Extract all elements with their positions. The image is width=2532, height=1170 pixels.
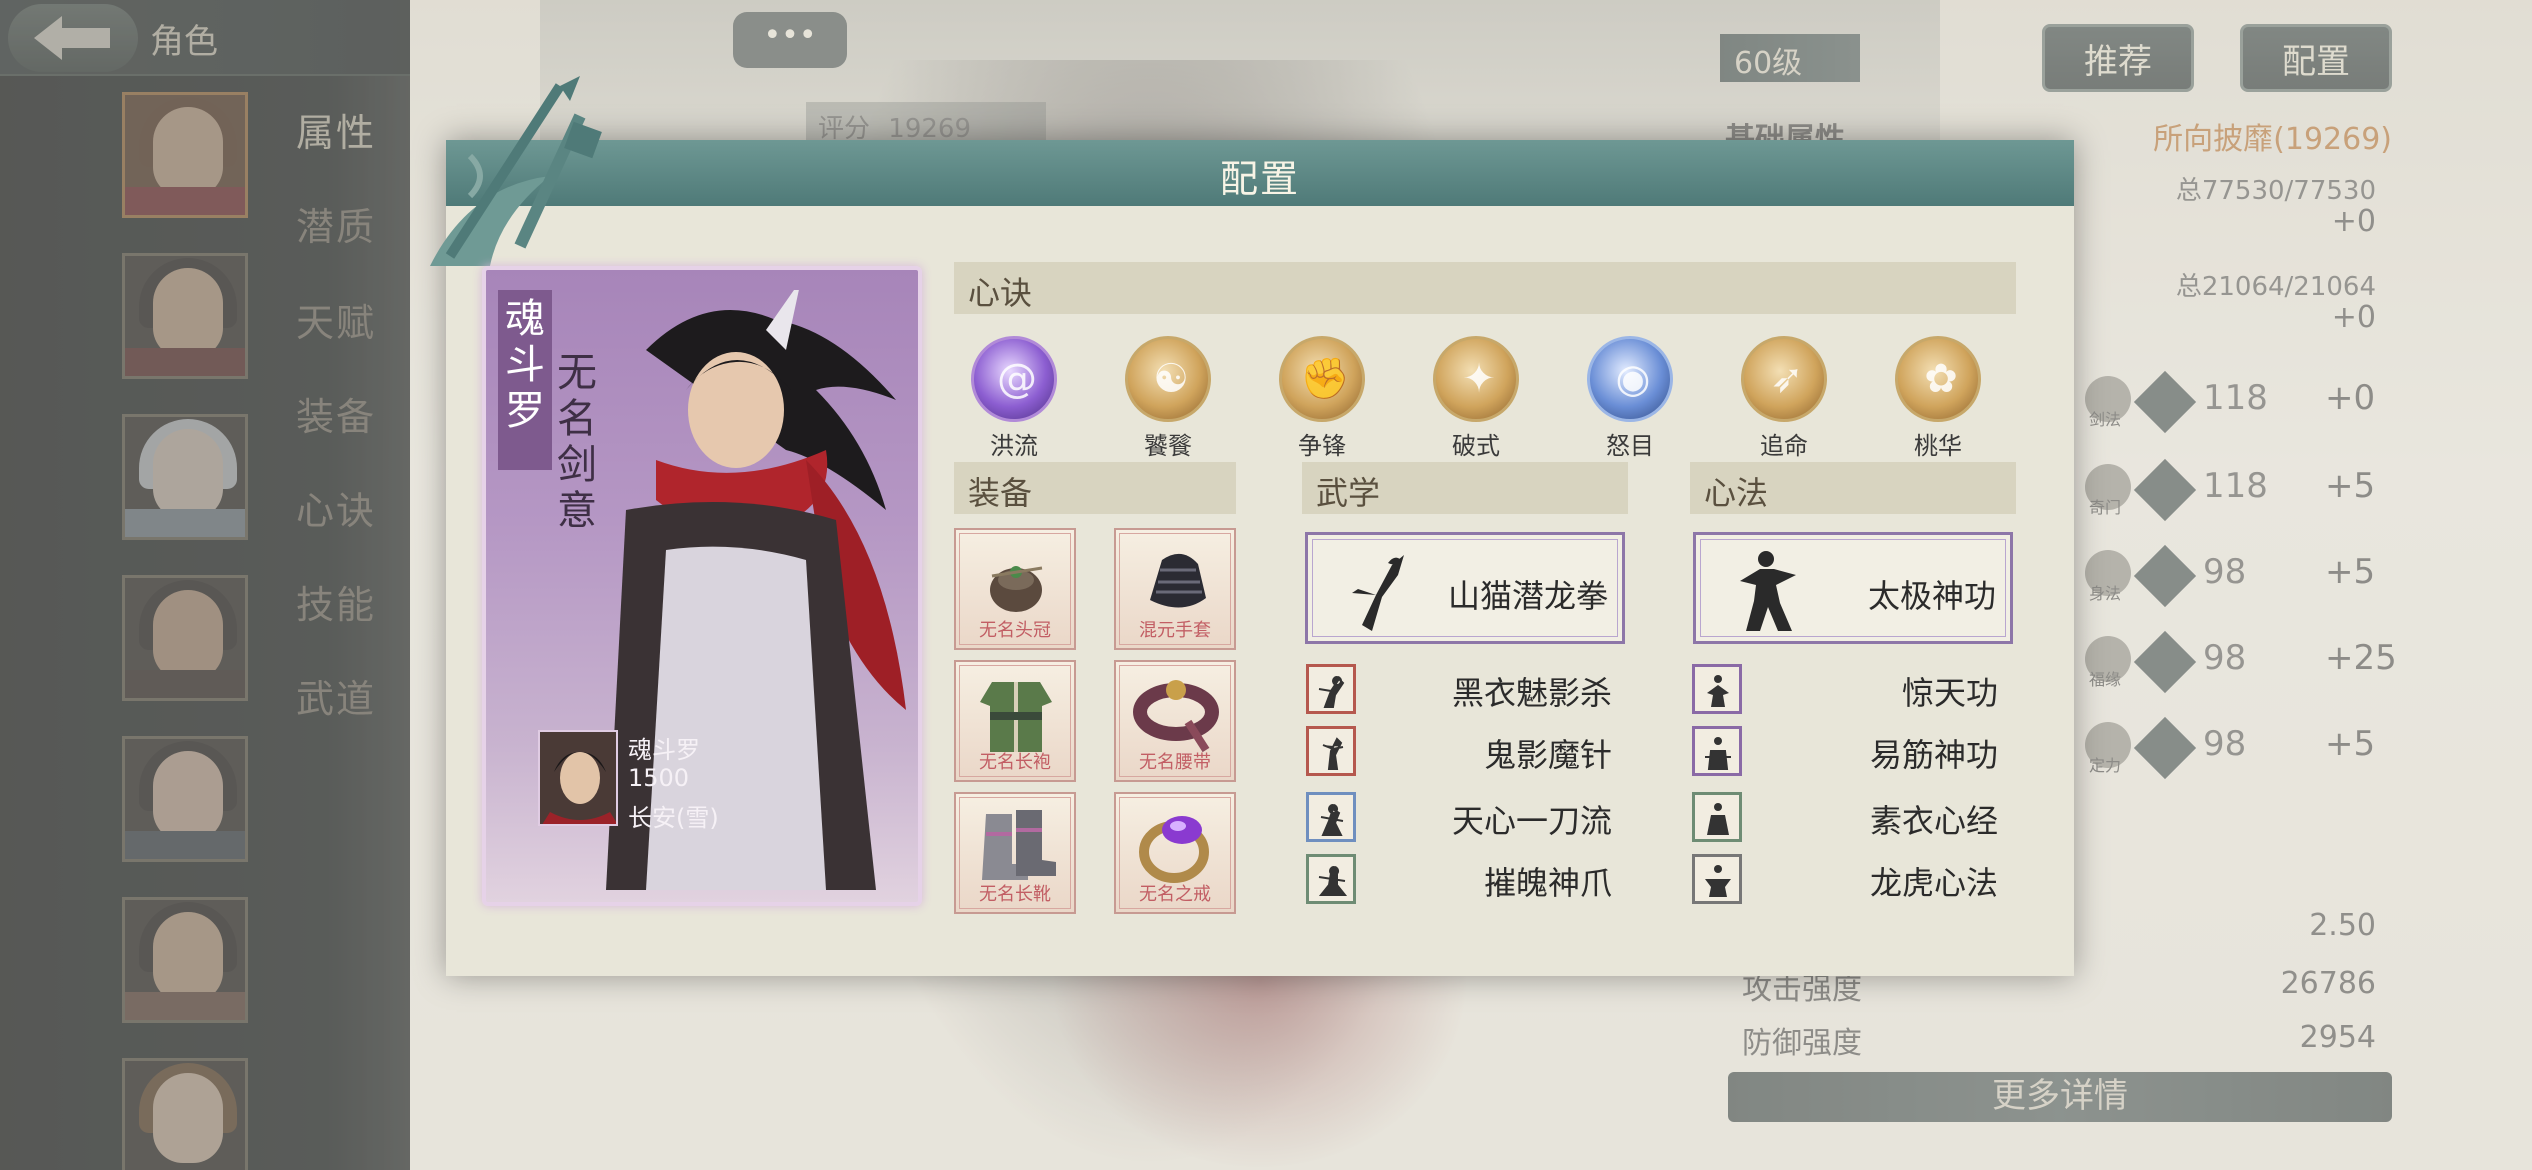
xinfa-main-slot[interactable]: 太极神功	[1693, 532, 2013, 644]
wuxue-slot-2[interactable]: 鬼影魔针	[1306, 726, 1626, 778]
equip-slot-belt[interactable]: 无名腰带	[1114, 660, 1236, 782]
gauntlet-icon	[1150, 553, 1206, 608]
beast-icon: ☯	[1125, 336, 1211, 422]
xinfa-slot-2[interactable]: 易筋神功	[1692, 726, 2012, 778]
xinjue-label: 怒目	[1606, 432, 1654, 460]
equip-slot-head[interactable]: 无名头冠	[954, 528, 1076, 650]
crossed-swords-decoration-icon	[430, 76, 602, 266]
xinfa-label: 易筋神功	[1869, 736, 1998, 774]
equipment-section-title: 装备	[954, 462, 1236, 514]
martial-figure-icon	[1692, 854, 1742, 904]
wuxue-label: 摧魄神爪	[1483, 864, 1612, 902]
xinjue-label: 饕餮	[1144, 432, 1192, 460]
xinfa-section-title: 心法	[1690, 462, 2016, 514]
equip-label: 无名之戒	[1139, 884, 1211, 905]
wuxue-slot-4[interactable]: 摧魄神爪	[1306, 854, 1626, 906]
xinfa-slot-1[interactable]: 惊天功	[1692, 664, 2012, 716]
martial-figure-icon	[1306, 854, 1356, 904]
belt-icon	[1133, 680, 1219, 753]
figure-icon: ✿	[1895, 336, 1981, 422]
card-player-name: 魂斗罗	[628, 736, 700, 764]
equip-slot-boots[interactable]: 无名长靴	[954, 792, 1076, 914]
xinjue-section-title: 心诀	[954, 262, 2016, 314]
xinjue-label: 桃华	[1914, 432, 1962, 460]
martial-pose-icon	[1352, 555, 1404, 631]
martial-figure-icon	[1692, 726, 1742, 776]
equip-slot-gloves[interactable]: 混元手套	[1114, 528, 1236, 650]
eye-icon: ◉	[1587, 336, 1673, 422]
card-power: 1500	[628, 764, 690, 792]
xinfa-label: 惊天功	[1901, 674, 1998, 712]
xinjue-slot-5[interactable]: ◉ 怒目	[1586, 336, 1674, 461]
wuxue-main-slot[interactable]: 山猫潜龙拳	[1305, 532, 1625, 644]
wuxue-slot-1[interactable]: 黑衣魅影杀	[1306, 664, 1626, 716]
ring-icon	[1139, 816, 1209, 883]
xinjue-slot-3[interactable]: ✊ 争锋	[1278, 336, 1366, 461]
xinfa-slot-3[interactable]: 素衣心经	[1692, 792, 2012, 844]
equip-label: 无名长袍	[979, 752, 1051, 773]
xinjue-label: 争锋	[1298, 432, 1346, 460]
xinfa-label: 素衣心经	[1869, 802, 1998, 840]
martial-figure-icon	[1306, 792, 1356, 842]
xinjue-slot-7[interactable]: ✿ 桃华	[1894, 336, 1982, 461]
character-card[interactable]: 魂斗罗 无名剑意 魂斗罗 1500 长安(雪)	[482, 266, 922, 906]
equip-label: 无名长靴	[979, 884, 1051, 905]
equip-label: 混元手套	[1139, 620, 1211, 641]
robe-icon	[980, 682, 1052, 752]
strike-icon: ✦	[1433, 336, 1519, 422]
meditation-pose-icon	[1740, 551, 1796, 631]
fist-icon: ✊	[1279, 336, 1365, 422]
equip-slot-robe[interactable]: 无名长袍	[954, 660, 1076, 782]
equip-slot-ring[interactable]: 无名之戒	[1114, 792, 1236, 914]
wuxue-slot-3[interactable]: 天心一刀流	[1306, 792, 1626, 844]
hairpin-icon	[990, 566, 1043, 612]
dash-icon: ➶	[1741, 336, 1827, 422]
swirl-icon: @	[971, 336, 1057, 422]
xinfa-label: 龙虎心法	[1869, 864, 1998, 902]
xinfa-main-label: 太极神功	[1867, 577, 1996, 615]
card-name-vertical: 魂斗罗	[498, 290, 552, 470]
wuxue-label: 鬼影魔针	[1483, 736, 1612, 774]
xinfa-slot-4[interactable]: 龙虎心法	[1692, 854, 2012, 906]
wuxue-main-label: 山猫潜龙拳	[1447, 577, 1608, 615]
xinjue-slot-1[interactable]: @ 洪流	[970, 336, 1058, 461]
xinjue-slot-2[interactable]: ☯ 饕餮	[1124, 336, 1212, 461]
config-modal: 配置 魂斗罗 无名剑意 魂斗罗 1500 长安(雪) 心诀 @ 洪流 ☯ 饕餮 …	[430, 76, 2074, 976]
modal-title: 配置	[1219, 157, 1300, 201]
martial-figure-icon	[1306, 664, 1356, 714]
equip-label: 无名头冠	[979, 620, 1051, 641]
xinjue-label: 破式	[1452, 432, 1500, 460]
card-avatar	[538, 730, 618, 826]
wuxue-section-title: 武学	[1302, 462, 1628, 514]
xinjue-slot-4[interactable]: ✦ 破式	[1432, 336, 1520, 461]
martial-figure-icon	[1692, 792, 1742, 842]
card-location: 长安(雪)	[628, 804, 719, 832]
card-info: 魂斗罗 1500 长安(雪)	[538, 730, 858, 832]
sidebar-dim	[0, 0, 410, 1170]
wuxue-label: 黑衣魅影杀	[1451, 674, 1612, 712]
wuxue-label: 天心一刀流	[1451, 802, 1612, 840]
xinjue-label: 洪流	[990, 432, 1038, 460]
xinjue-label: 追命	[1760, 432, 1808, 460]
boots-icon	[982, 810, 1056, 880]
equip-label: 无名腰带	[1139, 752, 1211, 773]
xinjue-slot-6[interactable]: ➶ 追命	[1740, 336, 1828, 461]
martial-figure-icon	[1692, 664, 1742, 714]
modal-header: 配置	[446, 140, 2074, 206]
martial-figure-icon	[1306, 726, 1356, 776]
